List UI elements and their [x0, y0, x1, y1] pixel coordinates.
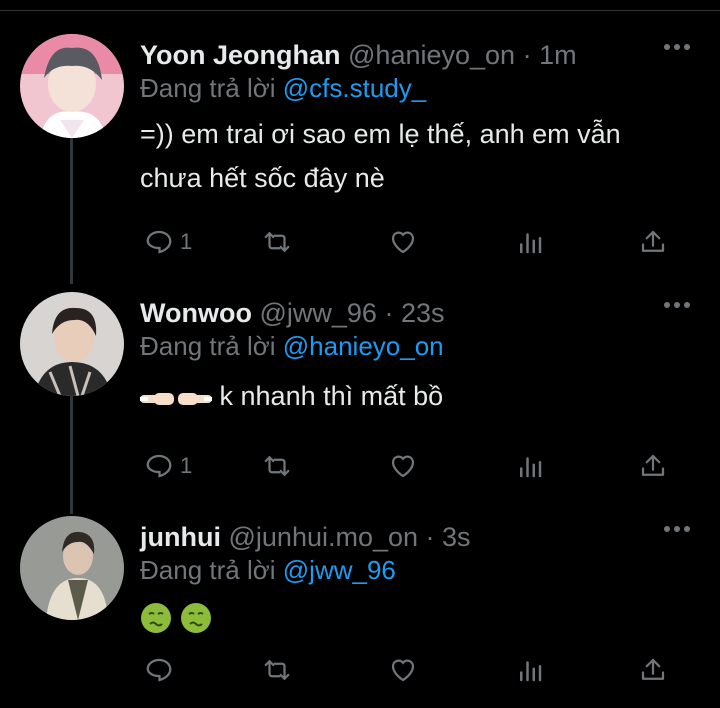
tweet-header: Yoon Jeonghan @hanieyo_on · 1m	[140, 38, 577, 72]
avatar[interactable]	[20, 516, 124, 620]
retweet-button[interactable]	[262, 446, 292, 486]
heart-icon	[391, 659, 415, 682]
pointing-left-emoji	[178, 392, 212, 405]
retweet-button[interactable]	[262, 650, 292, 690]
username[interactable]: @junhui.mo_on	[229, 522, 419, 552]
action-bar: 1	[140, 222, 680, 262]
views-button[interactable]	[515, 446, 545, 486]
tweet-text-line: k nhanh thì mất bồ	[219, 381, 444, 411]
more-icon[interactable]	[664, 302, 690, 312]
views-icon	[520, 457, 542, 478]
views-icon	[520, 661, 542, 682]
reply-icon	[146, 658, 172, 682]
share-icon	[641, 658, 665, 680]
tweet[interactable]: junhui @junhui.mo_on · 3s Đang trả lời @…	[0, 516, 720, 708]
timestamp[interactable]: · 23s	[384, 298, 444, 328]
share-icon	[641, 454, 665, 476]
more-icon[interactable]	[664, 44, 690, 54]
more-icon[interactable]	[664, 526, 690, 536]
replying-mention[interactable]: @hanieyo_on	[283, 331, 444, 361]
share-button[interactable]	[638, 446, 668, 486]
retweet-icon	[264, 660, 290, 680]
tweet[interactable]: Yoon Jeonghan @hanieyo_on · 1m Đang trả …	[0, 34, 720, 284]
action-bar	[140, 650, 680, 690]
like-button[interactable]	[388, 650, 418, 690]
retweet-icon	[264, 232, 290, 252]
views-button[interactable]	[515, 222, 545, 262]
retweet-button[interactable]	[262, 222, 292, 262]
share-button[interactable]	[638, 222, 668, 262]
tweet-header: junhui @junhui.mo_on · 3s	[140, 520, 471, 554]
reply-button[interactable]: 1	[144, 446, 192, 486]
share-icon	[641, 230, 665, 252]
retweet-icon	[264, 456, 290, 476]
display-name[interactable]: Yoon Jeonghan	[140, 40, 341, 70]
heart-icon	[391, 455, 415, 478]
share-button[interactable]	[638, 650, 668, 690]
avatar[interactable]	[20, 292, 124, 396]
tweet-header: Wonwoo @jww_96 · 23s	[140, 296, 444, 330]
replying-to: Đang trả lời @cfs.study_	[140, 72, 426, 104]
username[interactable]: @hanieyo_on	[348, 40, 515, 70]
replying-prefix: Đang trả lời	[140, 73, 283, 103]
tweet-text: k nhanh thì mất bồ	[140, 376, 443, 416]
tweet-text	[140, 596, 212, 636]
views-button[interactable]	[515, 650, 545, 690]
tweet[interactable]: Wonwoo @jww_96 · 23s Đang trả lời @hanie…	[0, 292, 720, 508]
replying-mention[interactable]: @cfs.study_	[283, 73, 426, 103]
reply-icon	[146, 454, 172, 478]
tweet-text-line: chưa hết sốc đây nè	[140, 163, 385, 193]
nauseated-face-emoji	[141, 602, 171, 633]
replying-to: Đang trả lời @hanieyo_on	[140, 330, 444, 362]
pointing-right-emoji	[140, 392, 174, 405]
replying-prefix: Đang trả lời	[140, 555, 283, 585]
replying-prefix: Đang trả lời	[140, 331, 283, 361]
reply-button[interactable]: 1	[144, 222, 192, 262]
display-name[interactable]: Wonwoo	[140, 298, 252, 328]
heart-icon	[391, 231, 415, 254]
nauseated-face-emoji	[180, 602, 211, 633]
action-bar: 1	[140, 446, 680, 486]
reply-icon	[146, 230, 172, 254]
tweet-text: =)) em trai ơi sao em lẹ thế, anh em vẫn…	[140, 114, 621, 198]
like-button[interactable]	[388, 446, 418, 486]
reply-count: 1	[180, 453, 193, 478]
like-button[interactable]	[388, 222, 418, 262]
username[interactable]: @jww_96	[259, 298, 376, 328]
reply-button[interactable]	[144, 650, 180, 690]
top-divider	[0, 10, 720, 11]
timestamp[interactable]: · 3s	[426, 522, 471, 552]
replying-mention[interactable]: @jww_96	[283, 555, 396, 585]
reply-count: 1	[180, 229, 193, 254]
avatar[interactable]	[20, 34, 124, 138]
display-name[interactable]: junhui	[140, 522, 221, 552]
replying-to: Đang trả lời @jww_96	[140, 554, 396, 586]
timestamp[interactable]: · 1m	[523, 40, 577, 70]
tweet-text-line: =)) em trai ơi sao em lẹ thế, anh em vẫn	[140, 119, 621, 149]
views-icon	[520, 233, 542, 254]
